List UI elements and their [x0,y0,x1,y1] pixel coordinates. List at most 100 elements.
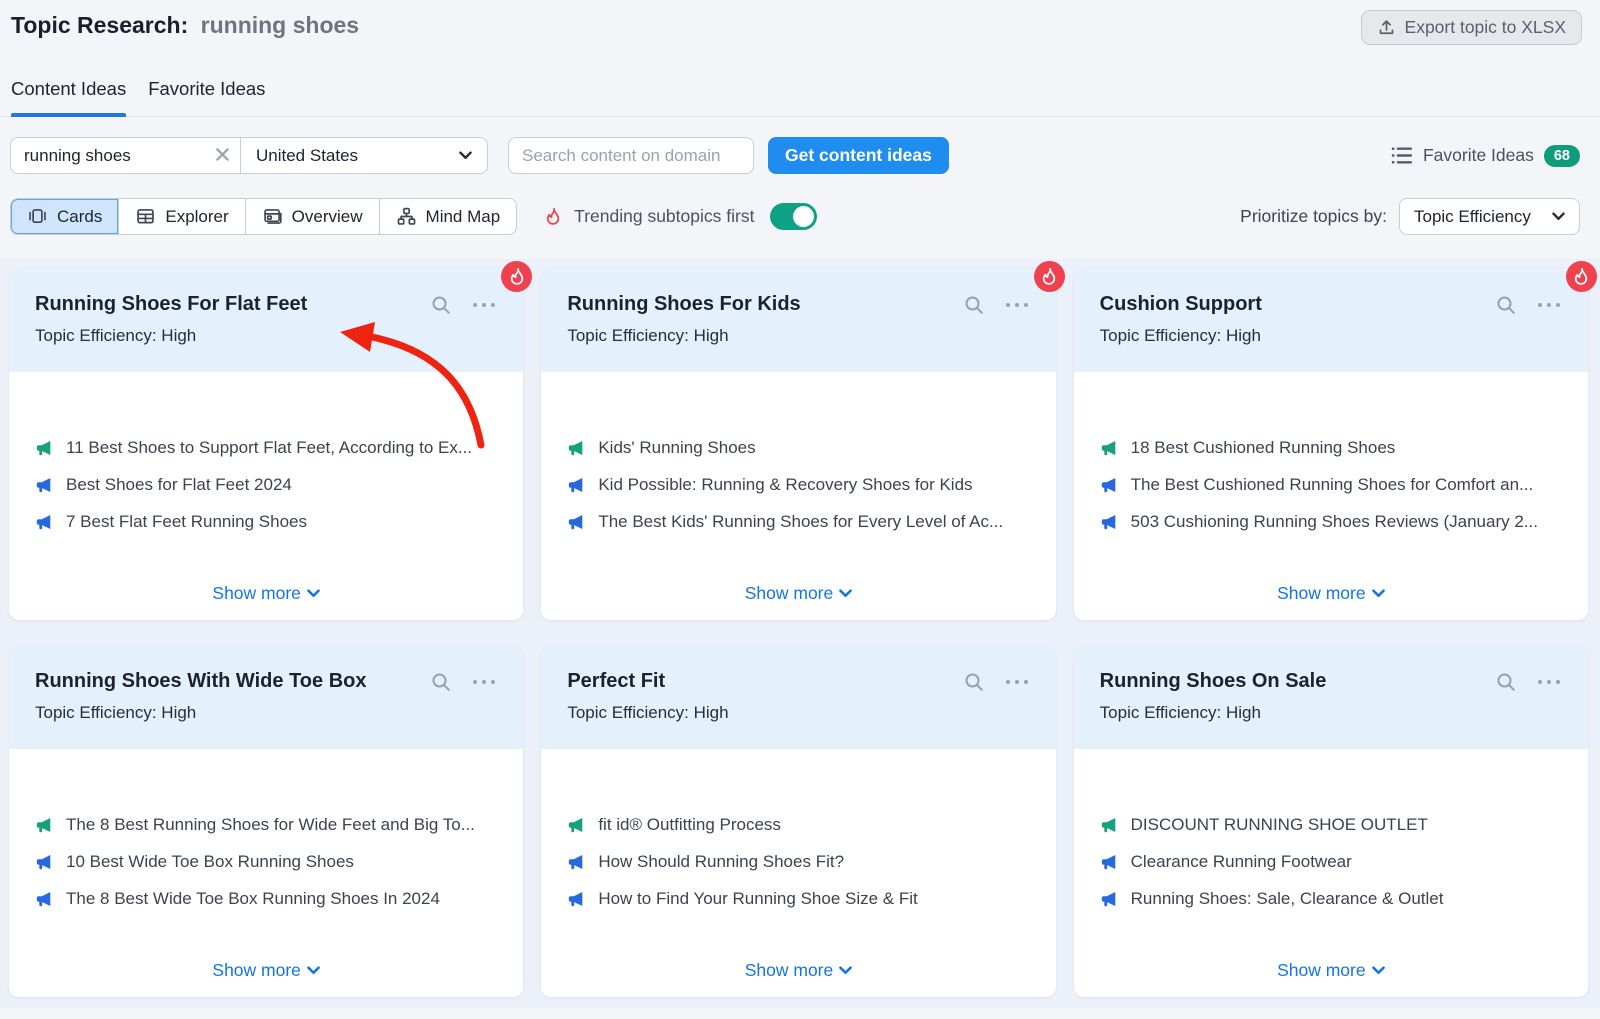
topic-research-page: Topic Research: running shoes Export top… [0,0,1600,1008]
upload-icon [1377,18,1396,37]
headline-item[interactable]: fit id® Outfitting Process [567,815,1029,835]
megaphone-icon [567,439,585,457]
chevron-down-icon [1372,966,1385,975]
headline-item[interactable]: 18 Best Cushioned Running Shoes [1100,438,1562,458]
search-icon[interactable] [963,671,985,693]
prioritize-select[interactable]: Topic Efficiency [1399,198,1580,235]
trending-toggle[interactable] [770,203,817,230]
headline-text: 503 Cushioning Running Shoes Reviews (Ja… [1131,512,1538,532]
headline-item[interactable]: 10 Best Wide Toe Box Running Shoes [35,852,497,872]
headline-text: fit id® Outfitting Process [598,815,781,835]
topic-efficiency: Topic Efficiency: High [35,703,497,723]
domain-search-input[interactable] [508,137,754,174]
headline-item[interactable]: Best Shoes for Flat Feet 2024 [35,475,497,495]
export-button[interactable]: Export topic to XLSX [1361,10,1582,45]
trending-label: Trending subtopics first [574,206,754,227]
view-switcher: Cards Explorer [10,198,517,235]
headline-item[interactable]: The 8 Best Running Shoes for Wide Feet a… [35,815,497,835]
card-body: 18 Best Cushioned Running Shoes The Best… [1074,372,1588,620]
clear-keyword-icon[interactable] [216,148,229,161]
more-options-icon[interactable] [1004,679,1030,685]
card-header: Running Shoes With Wide Toe Box Topic Ef… [9,645,523,749]
headline-text: 10 Best Wide Toe Box Running Shoes [66,852,354,872]
headline-text: The 8 Best Running Shoes for Wide Feet a… [66,815,475,835]
chevron-down-icon [1372,589,1385,598]
page-header: Topic Research: running shoes Export top… [0,0,1600,66]
headline-text: The Best Kids' Running Shoes for Every L… [598,512,1003,532]
headline-item[interactable]: 11 Best Shoes to Support Flat Feet, Acco… [35,438,497,458]
headline-item[interactable]: 503 Cushioning Running Shoes Reviews (Ja… [1100,512,1562,532]
headline-item[interactable]: DISCOUNT RUNNING SHOE OUTLET [1100,815,1562,835]
view-tab-mindmap[interactable]: Mind Map [379,199,517,234]
headline-item[interactable]: Clearance Running Footwear [1100,852,1562,872]
toggle-knob [793,206,814,227]
headline-item[interactable]: The Best Cushioned Running Shoes for Com… [1100,475,1562,495]
card-body: The 8 Best Running Shoes for Wide Feet a… [9,749,523,997]
favorite-ideas-label: Favorite Ideas [1423,145,1534,166]
topic-efficiency: Topic Efficiency: High [35,326,497,346]
more-options-icon[interactable] [1536,302,1562,308]
topic-efficiency: Topic Efficiency: High [1100,703,1562,723]
headline-item[interactable]: 7 Best Flat Feet Running Shoes [35,512,497,532]
more-options-icon[interactable] [471,302,497,308]
search-icon[interactable] [1495,671,1517,693]
megaphone-icon [567,476,585,494]
show-more-label: Show more [745,583,834,604]
headline-item[interactable]: Kid Possible: Running & Recovery Shoes f… [567,475,1029,495]
country-select[interactable]: United States [240,137,488,174]
show-more-link[interactable]: Show more [1277,583,1385,604]
headline-text: Running Shoes: Sale, Clearance & Outlet [1131,889,1444,909]
view-tab-explorer-label: Explorer [165,207,228,227]
megaphone-icon [567,816,585,834]
headline-text: How Should Running Shoes Fit? [598,852,844,872]
show-more-link[interactable]: Show more [745,960,853,981]
headline-item[interactable]: How to Find Your Running Shoe Size & Fit [567,889,1029,909]
headline-item[interactable]: The Best Kids' Running Shoes for Every L… [567,512,1029,532]
keyword-input[interactable] [11,146,240,166]
search-icon[interactable] [430,294,452,316]
topic-card: Cushion Support Topic Efficiency: High [1074,268,1588,620]
topic-card: Running Shoes For Flat Feet Topic Effici… [9,268,523,620]
view-tab-explorer[interactable]: Explorer [118,199,244,234]
card-header: Running Shoes For Kids Topic Efficiency:… [541,268,1055,372]
chevron-down-icon [1552,212,1565,221]
view-tab-cards[interactable]: Cards [11,199,118,234]
tabs: Content Ideas Favorite Ideas [0,66,1600,117]
more-options-icon[interactable] [471,679,497,685]
card-title: Running Shoes For Flat Feet [35,293,418,316]
card-header: Running Shoes On Sale Topic Efficiency: … [1074,645,1588,749]
org-chart-icon [396,206,417,227]
cards-grid: Running Shoes For Flat Feet Topic Effici… [9,268,1588,997]
headline-item[interactable]: Kids' Running Shoes [567,438,1029,458]
card-title: Cushion Support [1100,293,1483,316]
favorite-ideas-count-badge: 68 [1544,145,1580,167]
favorite-ideas-link[interactable]: Favorite Ideas 68 [1390,144,1580,167]
show-more-link[interactable]: Show more [1277,960,1385,981]
headline-item[interactable]: Running Shoes: Sale, Clearance & Outlet [1100,889,1562,909]
megaphone-icon [1100,476,1118,494]
tab-content-ideas[interactable]: Content Ideas [11,78,126,116]
page-title: Topic Research: running shoes [11,10,359,39]
get-content-ideas-button[interactable]: Get content ideas [768,137,949,174]
view-tab-overview[interactable]: Overview [245,199,379,234]
headline-item[interactable]: How Should Running Shoes Fit? [567,852,1029,872]
search-icon[interactable] [963,294,985,316]
megaphone-icon [1100,890,1118,908]
search-icon[interactable] [1495,294,1517,316]
trending-control: Trending subtopics first [542,203,817,230]
headline-item[interactable]: The 8 Best Wide Toe Box Running Shoes In… [35,889,497,909]
show-more-label: Show more [1277,960,1366,981]
view-tab-mindmap-label: Mind Map [426,207,501,227]
more-options-icon[interactable] [1004,302,1030,308]
show-more-link[interactable]: Show more [212,583,320,604]
more-options-icon[interactable] [1536,679,1562,685]
search-icon[interactable] [430,671,452,693]
megaphone-icon [35,853,53,871]
megaphone-icon [1100,816,1118,834]
show-more-link[interactable]: Show more [745,583,853,604]
card-title: Running Shoes With Wide Toe Box [35,670,418,693]
topic-card: Running Shoes For Kids Topic Efficiency:… [541,268,1055,620]
show-more-link[interactable]: Show more [212,960,320,981]
card-body: 11 Best Shoes to Support Flat Feet, Acco… [9,372,523,620]
tab-favorite-ideas[interactable]: Favorite Ideas [148,78,265,116]
